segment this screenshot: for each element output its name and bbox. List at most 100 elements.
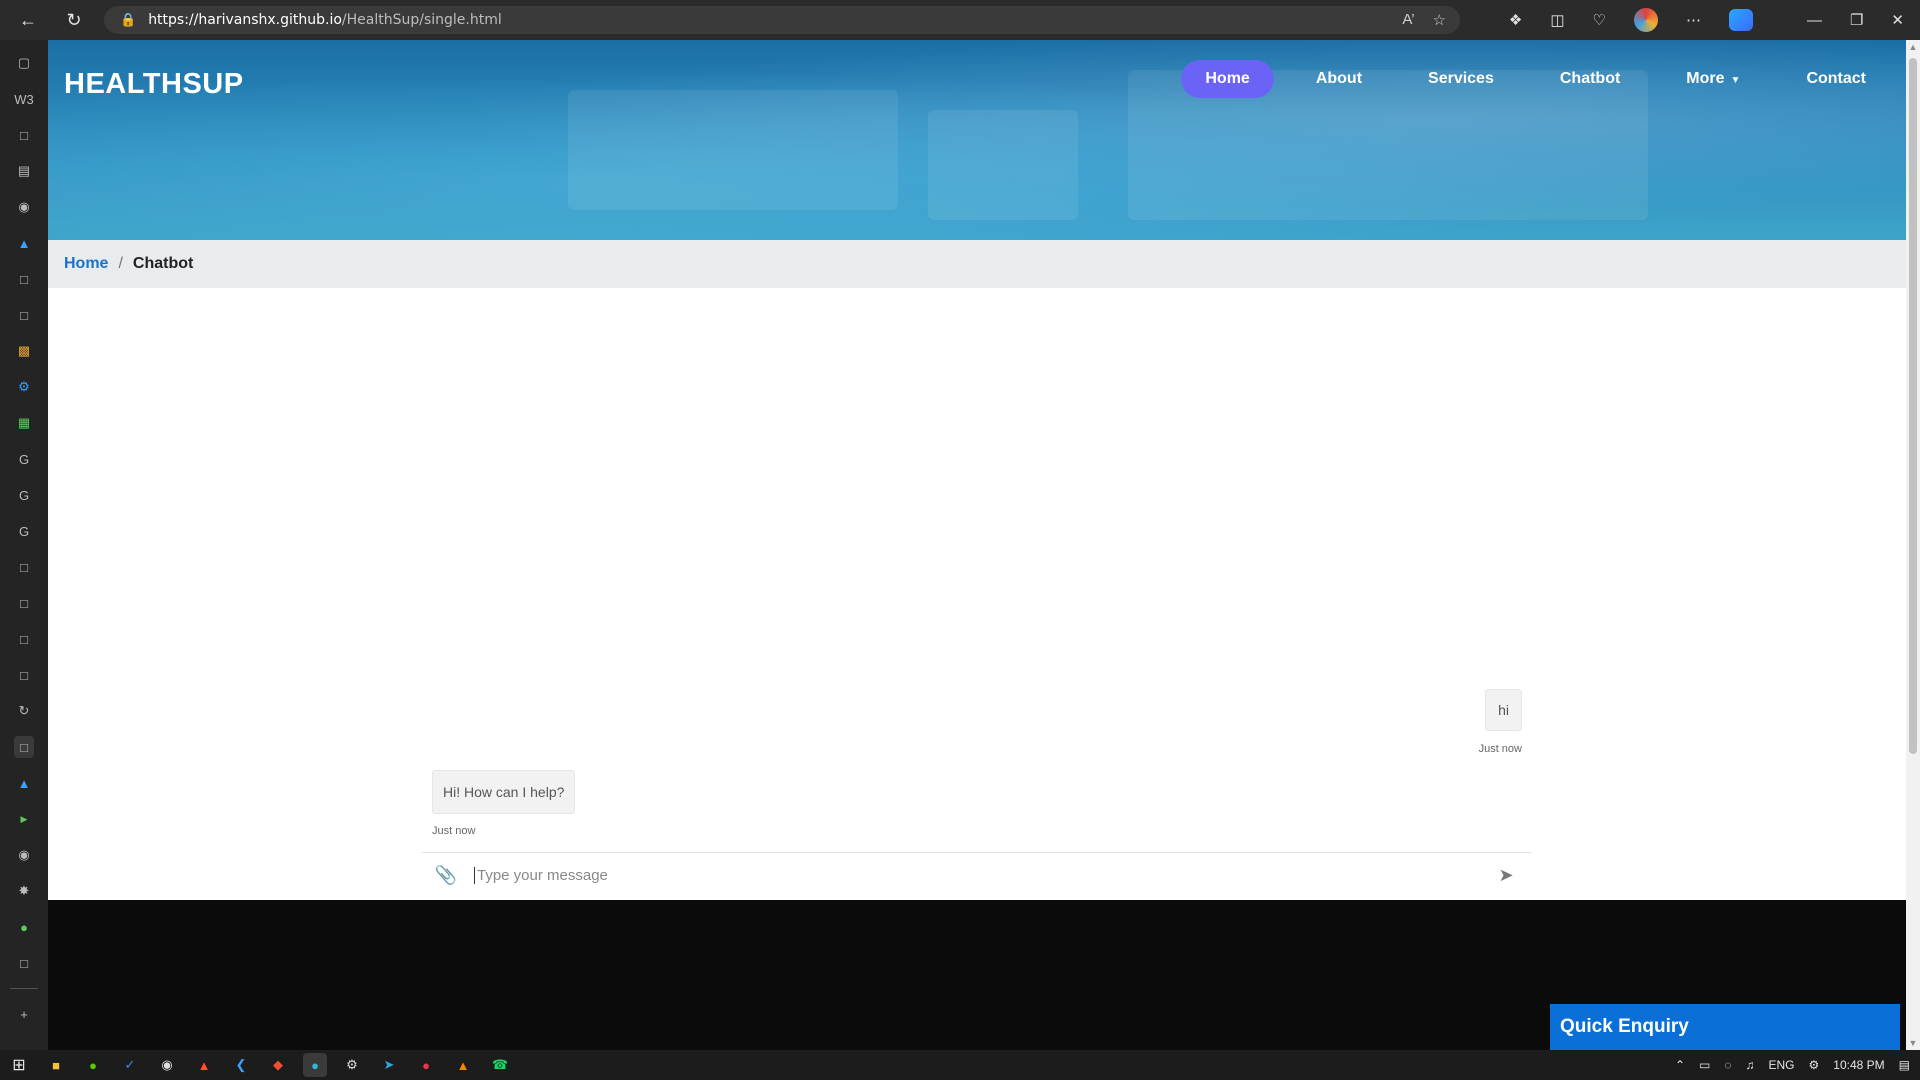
scroll-up-icon[interactable]: ▲ (1906, 40, 1920, 54)
google-tab-icon[interactable]: G (14, 520, 34, 542)
url-text[interactable]: https://harivanshx.github.io/HealthSup/s… (148, 12, 502, 28)
page-tab-icon[interactable]: □ (14, 592, 34, 614)
settings-gear-icon[interactable]: ⚙ (1809, 1058, 1820, 1072)
assistant-app-icon[interactable]: ◉ (155, 1053, 179, 1077)
page-scrollbar[interactable]: ▲ ▼ (1906, 40, 1920, 1050)
site-brand[interactable]: HEALTHSUP (64, 68, 244, 101)
back-icon[interactable]: ← (10, 4, 46, 36)
azure-tab-icon[interactable]: ▲ (14, 232, 34, 254)
more-icon[interactable]: ⋯ (1686, 11, 1701, 29)
split-screen-icon[interactable]: ◫ (1550, 11, 1564, 29)
refresh-icon[interactable]: ↻ (56, 4, 92, 36)
whatsapp-icon[interactable]: ☎ (488, 1053, 512, 1077)
windows-taskbar: ⊞ ■ ● ✓ ◉ ▲ ❮ ◆ ● ⚙ ➤ ● ▲ ☎ ⌃ ▭ ◌ ♫ ENG … (0, 1050, 1920, 1080)
hero-background-shape (928, 110, 1078, 220)
battery-icon[interactable]: ▭ (1699, 1058, 1710, 1072)
lock-icon[interactable]: 🔒 (120, 12, 136, 28)
extensions-icon[interactable]: ❖ (1509, 11, 1522, 29)
page-tab-icon[interactable]: □ (14, 124, 34, 146)
browser-vertical-sidebar: ▢ W3 □ ▤ ◉ ▲ □ □ ▩ ⚙ ▦ G G G □ □ □ □ ↻ □… (0, 40, 48, 1050)
volume-icon[interactable]: ♫ (1746, 1058, 1755, 1072)
clock[interactable]: 10:48 PM (1833, 1058, 1884, 1072)
browser-toolbar: ← ↻ 🔒 https://harivanshx.github.io/Healt… (0, 0, 1920, 40)
windows-start-icon[interactable]: ⊞ (4, 1055, 34, 1075)
address-bar[interactable]: 🔒 https://harivanshx.github.io/HealthSup… (104, 6, 1460, 34)
nav-more-label: More (1686, 70, 1725, 87)
favorite-star-icon[interactable]: ☆ (1433, 11, 1446, 29)
active-tab-icon[interactable]: □ (14, 736, 34, 758)
microsoft-tab-icon[interactable]: ▩ (14, 340, 34, 362)
send-icon[interactable]: ➤ (1486, 865, 1526, 886)
sheet-tab-icon[interactable]: ▦ (14, 412, 34, 434)
openai-tab-icon[interactable]: ✸ (14, 880, 34, 902)
git-icon[interactable]: ◆ (266, 1053, 290, 1077)
chat-app-icon[interactable]: ● (414, 1053, 438, 1077)
vscode-icon[interactable]: ❮ (229, 1053, 253, 1077)
wifi-icon[interactable]: ◌ (1724, 1058, 1731, 1072)
settings-tab-icon[interactable]: ⚙ (14, 376, 34, 398)
nav-chatbot[interactable]: Chatbot (1536, 60, 1644, 98)
settings-app-icon[interactable]: ⚙ (340, 1053, 364, 1077)
new-tab-plus-icon[interactable]: + (14, 1003, 34, 1025)
file-explorer-icon[interactable]: ■ (44, 1053, 68, 1077)
android-tab-icon[interactable]: ● (14, 916, 34, 938)
restore-icon[interactable]: ❐ (1850, 11, 1863, 29)
calendar-tab-icon[interactable]: ▤ (14, 160, 34, 182)
page-tab-icon[interactable]: □ (14, 304, 34, 326)
tab-actions-icon[interactable]: ▢ (14, 52, 34, 74)
hero-background-shape (568, 90, 898, 210)
breadcrumb-home-link[interactable]: Home (64, 255, 108, 273)
scroll-down-icon[interactable]: ▼ (1906, 1036, 1920, 1050)
caret-down-icon: ▼ (1730, 75, 1741, 86)
sidebar-divider (10, 988, 38, 989)
attachment-icon[interactable]: 📎 (432, 865, 460, 886)
todo-icon[interactable]: ✓ (118, 1053, 142, 1077)
nav-contact[interactable]: Contact (1782, 60, 1890, 98)
edge-icon[interactable]: ● (303, 1053, 327, 1077)
w3-tab-icon[interactable]: W3 (14, 88, 34, 110)
copilot-icon[interactable] (1728, 9, 1753, 31)
page-tab-icon[interactable]: □ (14, 628, 34, 650)
vlc-icon[interactable]: ▲ (451, 1053, 475, 1077)
breadcrumb-separator: / (118, 255, 123, 272)
bot-message-bubble: Hi! How can I help? (432, 770, 576, 814)
page-tab-icon[interactable]: □ (14, 268, 34, 290)
hero-header: HEALTHSUP Home About Services Chatbot Mo… (48, 40, 1906, 240)
nav-home[interactable]: Home (1181, 60, 1274, 98)
chat-message-input[interactable] (474, 867, 1486, 884)
page-tab-icon[interactable]: □ (14, 556, 34, 578)
user-message-bubble: hi (1485, 689, 1522, 731)
nav-more[interactable]: More ▼ (1662, 60, 1764, 98)
notifications-icon[interactable]: ▤ (1899, 1058, 1910, 1072)
duolingo-icon[interactable]: ● (81, 1053, 105, 1077)
brave-icon[interactable]: ▲ (192, 1053, 216, 1077)
show-hidden-icons-icon[interactable]: ⌃ (1675, 1058, 1685, 1072)
nav-about[interactable]: About (1292, 60, 1386, 98)
azure-tab-icon[interactable]: ▲ (14, 772, 34, 794)
browser-essentials-icon[interactable]: ♡ (1593, 11, 1606, 29)
minimize-icon[interactable]: — (1807, 12, 1822, 29)
breadcrumb-current: Chatbot (132, 255, 194, 272)
chat-composer: 📎 ➤ (422, 852, 1532, 898)
page-tab-icon[interactable]: □ (14, 664, 34, 686)
play-tab-icon[interactable]: ▶ (14, 808, 34, 830)
github-tab-icon[interactable]: ◉ (14, 844, 34, 866)
loading-tab-icon[interactable]: ↻ (14, 700, 34, 722)
page-tab-icon[interactable]: □ (14, 952, 34, 974)
webpage: HEALTHSUP Home About Services Chatbot Mo… (48, 40, 1906, 1050)
language-indicator[interactable]: ENG (1769, 1058, 1795, 1072)
bot-message-timestamp: Just now (432, 825, 476, 837)
google-tab-icon[interactable]: G (14, 484, 34, 506)
telegram-icon[interactable]: ➤ (377, 1053, 401, 1077)
system-tray: ⌃ ▭ ◌ ♫ ENG ⚙ 10:48 PM ▤ (1675, 1050, 1920, 1080)
nav-services[interactable]: Services (1404, 60, 1518, 98)
read-aloud-icon[interactable]: A’ (1402, 11, 1414, 29)
scrollbar-thumb[interactable] (1909, 58, 1917, 754)
github-tab-icon[interactable]: ◉ (14, 196, 34, 218)
chat-window: hi Just now Hi! How can I help? Just now… (422, 288, 1532, 898)
quick-enquiry-button[interactable]: Quick Enquiry (1550, 1004, 1900, 1050)
profile-avatar[interactable] (1633, 8, 1658, 32)
google-tab-icon[interactable]: G (14, 448, 34, 470)
close-icon[interactable]: ✕ (1891, 11, 1904, 29)
user-message-timestamp: Just now (1478, 743, 1522, 755)
